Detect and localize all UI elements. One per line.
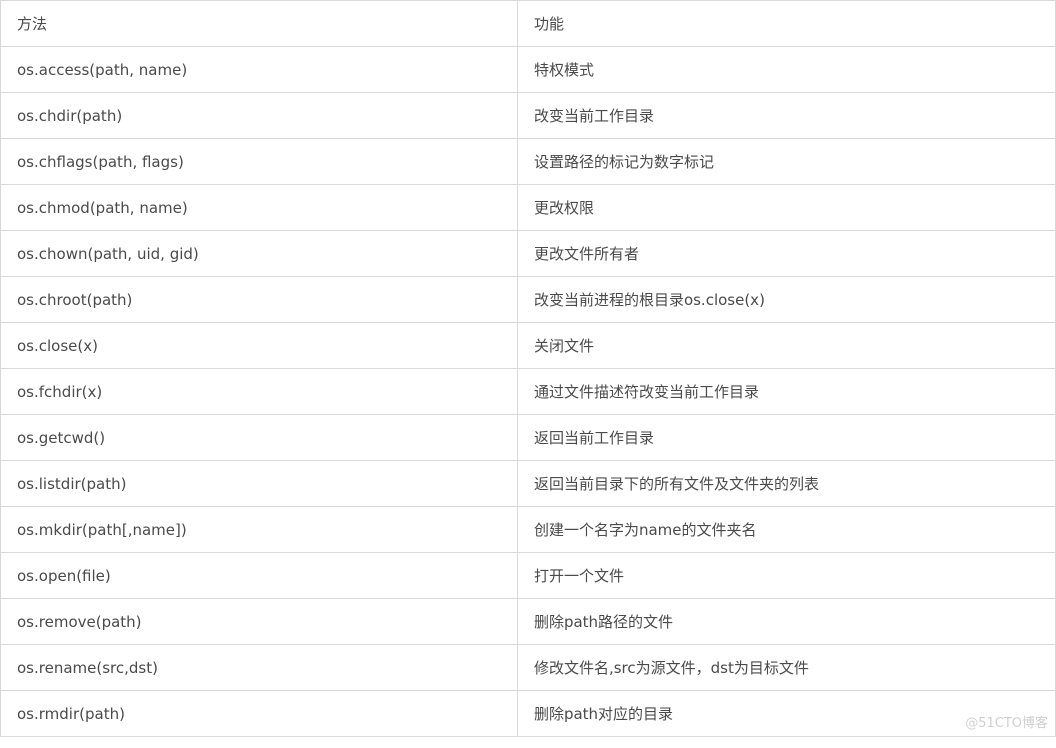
cell-method: os.getcwd() (1, 415, 518, 461)
cell-method: os.chroot(path) (1, 277, 518, 323)
cell-function: 关闭文件 (517, 323, 1055, 369)
table-row: os.getcwd()返回当前工作目录 (1, 415, 1056, 461)
header-function: 功能 (517, 1, 1055, 47)
cell-function: 改变当前工作目录 (517, 93, 1055, 139)
cell-method: os.fchdir(x) (1, 369, 518, 415)
cell-function: 返回当前目录下的所有文件及文件夹的列表 (517, 461, 1055, 507)
table-row: os.close(x)关闭文件 (1, 323, 1056, 369)
cell-method: os.open(file) (1, 553, 518, 599)
table-container: 方法 功能 os.access(path, name)特权模式os.chdir(… (0, 0, 1056, 737)
cell-function: 更改权限 (517, 185, 1055, 231)
cell-method: os.rmdir(path) (1, 691, 518, 737)
header-method: 方法 (1, 1, 518, 47)
os-methods-table: 方法 功能 os.access(path, name)特权模式os.chdir(… (0, 0, 1056, 737)
cell-method: os.chdir(path) (1, 93, 518, 139)
table-row: os.rmdir(path)删除path对应的目录 (1, 691, 1056, 737)
table-row: os.open(file)打开一个文件 (1, 553, 1056, 599)
cell-function: 通过文件描述符改变当前工作目录 (517, 369, 1055, 415)
cell-function: 返回当前工作目录 (517, 415, 1055, 461)
cell-method: os.chflags(path, flags) (1, 139, 518, 185)
cell-method: os.listdir(path) (1, 461, 518, 507)
table-row: os.chmod(path, name)更改权限 (1, 185, 1056, 231)
table-row: os.fchdir(x)通过文件描述符改变当前工作目录 (1, 369, 1056, 415)
cell-function: 打开一个文件 (517, 553, 1055, 599)
cell-method: os.mkdir(path[,name]) (1, 507, 518, 553)
cell-function: 设置路径的标记为数字标记 (517, 139, 1055, 185)
table-row: os.rename(src,dst)修改文件名,src为源文件，dst为目标文件 (1, 645, 1056, 691)
cell-function: 修改文件名,src为源文件，dst为目标文件 (517, 645, 1055, 691)
cell-method: os.access(path, name) (1, 47, 518, 93)
table-row: os.chdir(path)改变当前工作目录 (1, 93, 1056, 139)
cell-method: os.chmod(path, name) (1, 185, 518, 231)
table-row: os.chflags(path, flags)设置路径的标记为数字标记 (1, 139, 1056, 185)
cell-function: 创建一个名字为name的文件夹名 (517, 507, 1055, 553)
cell-function: 删除path对应的目录 (517, 691, 1055, 737)
cell-method: os.rename(src,dst) (1, 645, 518, 691)
table-row: os.access(path, name)特权模式 (1, 47, 1056, 93)
table-row: os.listdir(path)返回当前目录下的所有文件及文件夹的列表 (1, 461, 1056, 507)
cell-function: 改变当前进程的根目录os.close(x) (517, 277, 1055, 323)
table-row: os.chroot(path)改变当前进程的根目录os.close(x) (1, 277, 1056, 323)
cell-function: 更改文件所有者 (517, 231, 1055, 277)
cell-method: os.remove(path) (1, 599, 518, 645)
cell-method: os.chown(path, uid, gid) (1, 231, 518, 277)
table-row: os.remove(path)删除path路径的文件 (1, 599, 1056, 645)
cell-function: 特权模式 (517, 47, 1055, 93)
cell-function: 删除path路径的文件 (517, 599, 1055, 645)
table-row: os.chown(path, uid, gid)更改文件所有者 (1, 231, 1056, 277)
table-row: os.mkdir(path[,name])创建一个名字为name的文件夹名 (1, 507, 1056, 553)
table-header-row: 方法 功能 (1, 1, 1056, 47)
cell-method: os.close(x) (1, 323, 518, 369)
